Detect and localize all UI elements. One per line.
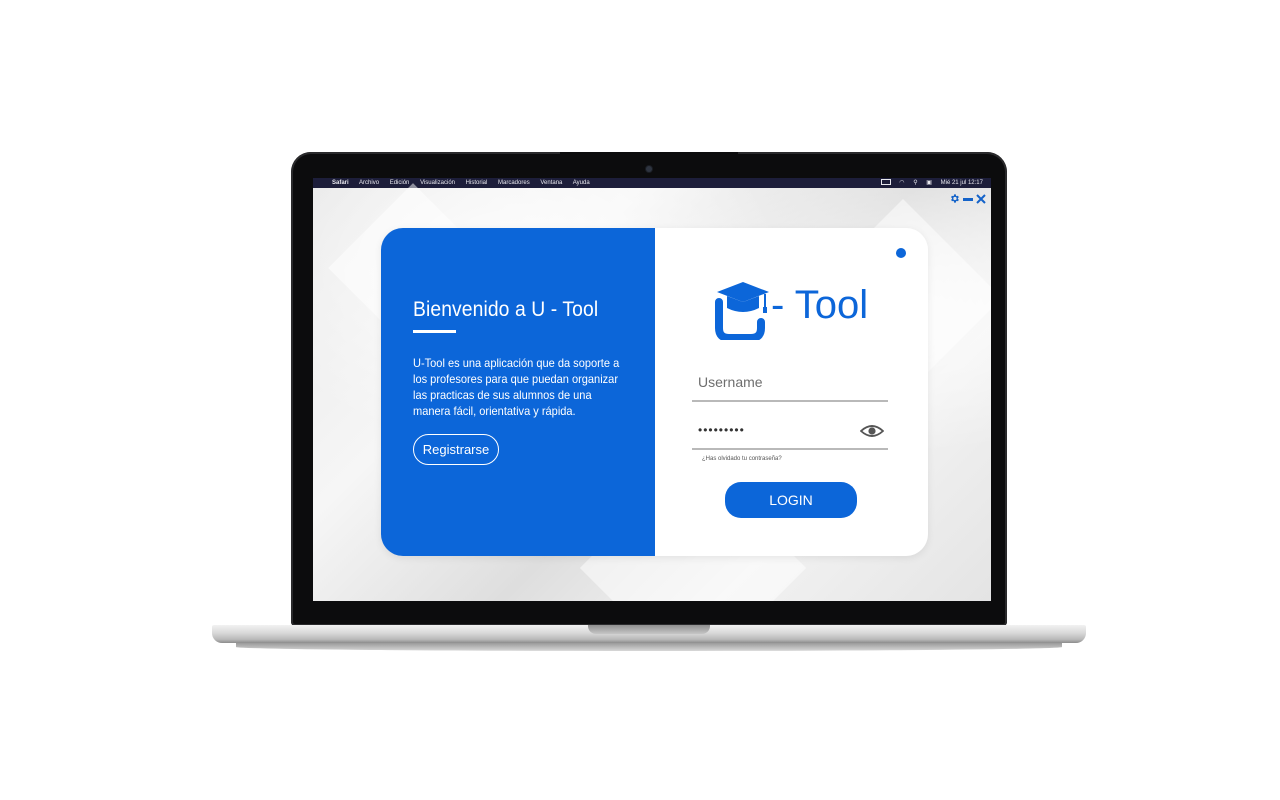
- spotlight-icon[interactable]: ⚲: [913, 180, 917, 186]
- status-dot: [896, 248, 906, 258]
- password-input[interactable]: [692, 416, 858, 444]
- laptop-screen: Safari Archivo Edición Visualización His…: [313, 178, 991, 601]
- gear-icon[interactable]: [949, 193, 960, 207]
- camera: [646, 166, 652, 172]
- graduation-cap-logo-icon: [715, 278, 775, 342]
- welcome-panel: Bienvenido a U - Tool U-Tool es una apli…: [381, 228, 655, 556]
- forgot-password-link[interactable]: ¿Has olvidado tu contraseña?: [702, 456, 782, 462]
- welcome-description: U-Tool es una aplicación que da soporte …: [413, 356, 620, 418]
- login-button[interactable]: LOGIN: [725, 482, 857, 518]
- title-underline: [413, 330, 456, 333]
- close-icon[interactable]: [976, 193, 986, 207]
- control-center-icon[interactable]: ▣: [926, 180, 932, 186]
- login-card: Bienvenido a U - Tool U-Tool es una apli…: [381, 228, 928, 556]
- eye-icon[interactable]: [859, 421, 885, 441]
- menu-item-marcadores[interactable]: Marcadores: [498, 180, 530, 186]
- battery-icon[interactable]: [880, 178, 891, 186]
- laptop-notch: [560, 152, 738, 176]
- login-panel: - Tool ¿Has olvidado tu contraseña? LOGI…: [655, 228, 928, 556]
- register-button[interactable]: Registrarse: [413, 434, 499, 465]
- welcome-title: Bienvenido a U - Tool: [413, 298, 599, 321]
- menu-item-visualizacion[interactable]: Visualización: [420, 180, 455, 186]
- logo-text: - Tool: [771, 283, 869, 327]
- menu-item-archivo[interactable]: Archivo: [359, 180, 379, 186]
- wifi-icon[interactable]: ◠: [899, 180, 904, 186]
- username-field-wrapper: [692, 368, 888, 402]
- menu-item-historial[interactable]: Historial: [466, 180, 488, 186]
- menubar-datetime[interactable]: Mié 21 jul 12:17: [941, 180, 983, 186]
- username-input[interactable]: [692, 368, 858, 396]
- password-field-wrapper: [692, 416, 888, 450]
- menu-item-ventana[interactable]: Ventana: [540, 180, 562, 186]
- menu-item-edicion[interactable]: Edición: [390, 180, 410, 186]
- menu-item-ayuda[interactable]: Ayuda: [573, 180, 590, 186]
- minimize-icon[interactable]: [963, 198, 973, 201]
- menu-item-safari[interactable]: Safari: [332, 180, 349, 186]
- laptop-base-shadow: [236, 643, 1062, 651]
- laptop-hinge: [588, 625, 710, 634]
